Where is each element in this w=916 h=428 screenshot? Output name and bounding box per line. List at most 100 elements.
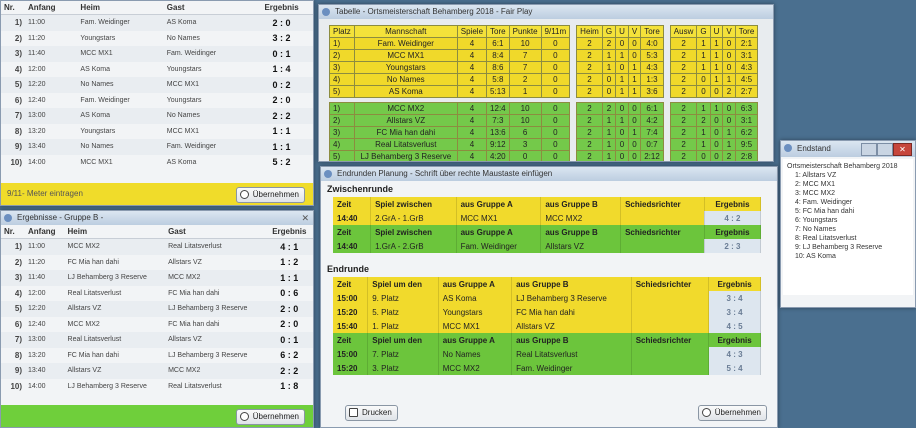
home-row: 2 0 1 1 3:6 [576, 85, 664, 98]
finals-titlebar[interactable]: Endrunden Planung - Schrift über rechte … [321, 167, 777, 181]
match-result[interactable]: 3 : 4 [708, 305, 761, 319]
tree-item[interactable]: 4: Fam. Weidinger [787, 198, 909, 207]
game-result[interactable]: 2 : 0 [250, 14, 313, 31]
game-row[interactable]: 2) 11:20 Youngstars No Names 3 : 2 [1, 31, 313, 47]
referee-cell[interactable] [631, 305, 710, 319]
tree-item[interactable]: 1: Allstars VZ [787, 171, 909, 180]
apply-button-group-b[interactable]: Übernehmen [235, 409, 305, 425]
finals-match-row[interactable]: 14:40 2.GrA - 1.GrB MCC MX1 MCC MX2 4 : 2 [333, 211, 762, 225]
tree-item[interactable]: 6: Youngstars [787, 216, 909, 225]
game-row[interactable]: 9) 13:40 No Names Fam. Weidinger 1 : 1 [1, 139, 313, 155]
game-row[interactable]: 4) 12:00 Real Litatsverlust FC Mia han dahi… [1, 286, 313, 302]
game-result[interactable]: 0 : 6 [266, 286, 313, 302]
standings-titlebar[interactable]: Tabelle - Ortsmeisterschaft Behamberg 20… [319, 5, 773, 19]
tree-item[interactable]: 3: MCC MX2 [787, 189, 909, 198]
kickoff-time: 12:20 [25, 77, 78, 93]
game-result[interactable]: 5 : 2 [250, 155, 313, 171]
game-row[interactable]: 5) 12:20 Allstars VZ LJ Behamberg 3 Reserve… [1, 301, 313, 317]
team-name: FC Mia han dahi [353, 126, 458, 139]
apply-button-group-a[interactable]: Übernehmen [235, 187, 305, 203]
game-result[interactable]: 2 : 0 [266, 317, 313, 333]
match-time: 15:00 [333, 347, 369, 361]
game-row[interactable]: 8) 13:20 FC Mia han dahi LJ Behamberg 3 Res… [1, 348, 313, 364]
game-row[interactable]: 2) 11:20 FC Mia han dahi Allstars VZ 1 : 2 [1, 255, 313, 271]
close-icon[interactable]: ✕ [893, 143, 912, 156]
game-row[interactable]: 1) 11:00 MCC MX2 Real Litatsverlust 4 : 1 [1, 238, 313, 255]
finals-match-row[interactable]: 15:20 5. Platz Youngstars FC Mia han dahi 3 … [333, 305, 761, 319]
titlebar-group-b[interactable]: Ergebnisse - Gruppe B - ✕ [1, 211, 313, 225]
game-row[interactable]: 7) 13:00 Real Litatsverlust Allstars VZ 0 : … [1, 332, 313, 348]
referee-cell[interactable] [631, 347, 710, 361]
tree-item[interactable]: 10: AS Koma [787, 252, 909, 261]
maximize-icon[interactable] [877, 143, 893, 156]
game-result[interactable]: 2 : 2 [265, 363, 313, 379]
soccer-ball-icon [701, 408, 711, 417]
tree-item[interactable]: 7: No Names [787, 225, 909, 234]
tree-item[interactable]: 5: FC Mia han dahi [787, 207, 909, 216]
match-result[interactable]: 4 : 5 [708, 319, 761, 333]
games-played: 4 [456, 114, 488, 127]
game-result[interactable]: 2 : 0 [250, 93, 313, 109]
game-row[interactable]: 10) 14:00 MCC MX1 AS Koma 5 : 2 [1, 155, 313, 171]
away-stat: 1 [709, 37, 724, 50]
guest-team: Allstars VZ [168, 258, 202, 266]
referee-cell[interactable] [631, 361, 710, 375]
close-icon[interactable]: ✕ [301, 211, 309, 225]
match-result[interactable]: 2 : 3 [704, 239, 762, 253]
game-row[interactable]: 4) 12:00 AS Koma Youngstars 1 : 4 [1, 62, 313, 78]
game-result[interactable]: 4 : 1 [265, 238, 313, 255]
tree-root[interactable]: Ortsmeisterschaft Behamberg 2018 [787, 162, 909, 171]
finals-match-row[interactable]: 14:40 1.GrA - 2.GrB Fam. Weidinger Allstars… [333, 239, 762, 253]
game-result[interactable]: 2 : 2 [250, 108, 313, 124]
team-name: MCC MX1 [353, 49, 458, 62]
match-result[interactable]: 4 : 3 [708, 347, 761, 361]
game-row[interactable]: 6) 12:40 Fam. Weidinger Youngstars 2 : 0 [1, 93, 313, 109]
tree-item[interactable]: 2: MCC MX1 [787, 180, 909, 189]
game-result[interactable]: 0 : 2 [250, 77, 313, 93]
print-button-label: Drucken [362, 408, 392, 417]
print-button[interactable]: Drucken [345, 405, 398, 421]
tree-item[interactable]: 8: Real Litatsverlust [787, 234, 909, 243]
game-row[interactable]: 3) 11:40 LJ Behamberg 3 Reserve MCC MX2 1 : … [1, 270, 313, 286]
finals-match-row[interactable]: 15:20 3. Platz MCC MX2 Fam. Weidinger 5 : 4 [333, 361, 761, 375]
match-result[interactable]: 5 : 4 [708, 361, 761, 375]
game-result[interactable]: 1 : 1 [250, 139, 313, 155]
game-row[interactable]: 6) 12:40 MCC MX2 FC Mia han dahi 2 : 0 [1, 317, 313, 333]
column-header: Ergebnis [265, 225, 313, 239]
tree-item[interactable]: 9: LJ Behamberg 3 Reserve [787, 243, 909, 252]
game-row[interactable]: 8) 13:20 Youngstars MCC MX1 1 : 1 [1, 124, 313, 140]
game-result[interactable]: 1 : 1 [265, 270, 313, 286]
finals-match-row[interactable]: 15:00 9. Platz AS Koma LJ Behamberg 3 Reser… [333, 291, 761, 305]
game-row[interactable]: 3) 11:40 MCC MX1 Fam. Weidinger 0 : 1 [1, 46, 313, 62]
minimize-icon[interactable] [861, 143, 877, 156]
game-result[interactable]: 1 : 8 [266, 379, 313, 395]
game-row[interactable]: 10) 14:00 LJ Behamberg 3 Reserve Real Litat… [1, 379, 313, 395]
game-row[interactable]: 5) 12:20 No Names MCC MX1 0 : 2 [1, 77, 313, 93]
game-result[interactable]: 1 : 2 [266, 255, 313, 271]
game-result[interactable]: 1 : 4 [250, 62, 313, 78]
match-result[interactable]: 3 : 4 [708, 291, 761, 305]
game-row[interactable]: 9) 13:40 Allstars VZ MCC MX2 2 : 2 [1, 363, 313, 379]
referee-cell[interactable] [631, 291, 710, 305]
finals-planning-window: Endrunden Planung - Schrift über rechte … [320, 166, 778, 428]
referee-cell[interactable] [620, 239, 705, 253]
rank: 2) [329, 114, 355, 127]
finals-match-row[interactable]: 15:40 1. Platz MCC MX1 Allstars VZ 4 : 5 [333, 319, 761, 333]
referee-cell[interactable] [620, 211, 705, 225]
finals-apply-button[interactable]: Übernehmen [697, 405, 767, 421]
game-row[interactable]: 1) 11:00 Fam. Weidinger AS Koma 2 : 0 [1, 14, 313, 31]
match-result[interactable]: 4 : 2 [704, 211, 762, 225]
penalty-entry-link[interactable]: 9/11- Meter eintragen [7, 189, 83, 198]
referee-cell[interactable] [631, 319, 710, 333]
game-row[interactable]: 7) 13:00 AS Koma No Names 2 : 2 [1, 108, 313, 124]
final-standings-titlebar[interactable]: Endstand ✕ [781, 141, 915, 157]
game-result[interactable]: 3 : 2 [250, 31, 313, 47]
game-result[interactable]: 1 : 1 [250, 124, 313, 140]
group-b-team: Fam. Weidinger [511, 361, 632, 375]
game-result[interactable]: 0 : 1 [265, 332, 313, 348]
game-result[interactable]: 2 : 0 [265, 301, 313, 317]
finals-match-row[interactable]: 15:00 7. Platz No Names Real Litatsverlust 4… [333, 347, 761, 361]
group-b-team: Allstars VZ [511, 319, 632, 333]
game-result[interactable]: 6 : 2 [266, 348, 313, 364]
game-result[interactable]: 0 : 1 [250, 46, 313, 62]
